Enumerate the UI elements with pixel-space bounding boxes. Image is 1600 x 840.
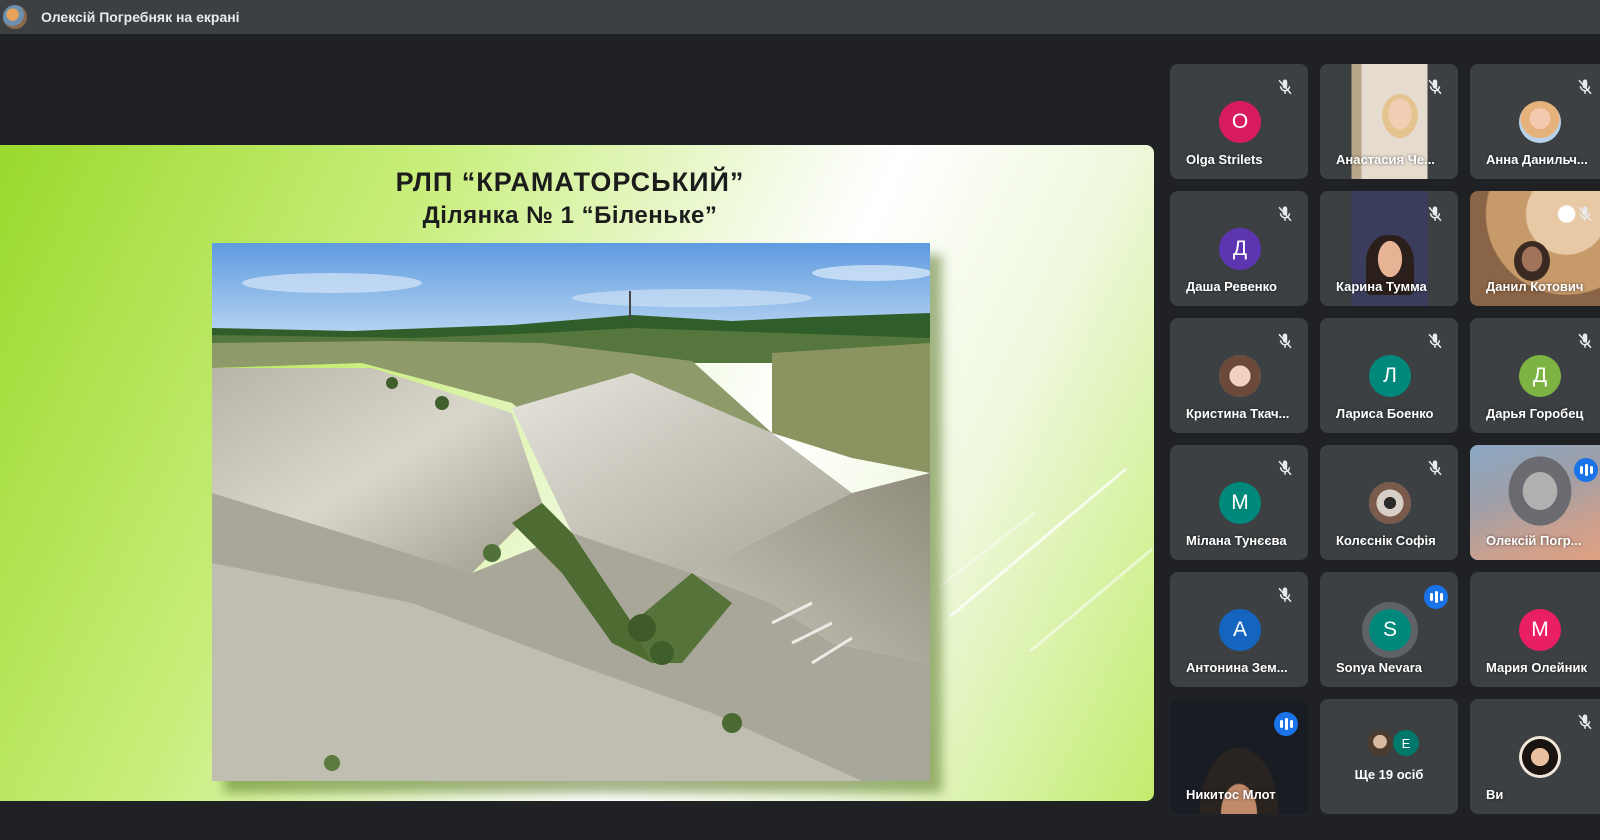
slide-decoration (939, 511, 1036, 588)
participant-tile[interactable]: Анна Данильч... (1470, 64, 1600, 179)
participant-name: Дарья Горобец (1486, 406, 1584, 421)
more-participants-label: Ще 19 осіб (1354, 767, 1424, 782)
slide-decoration (1029, 547, 1154, 653)
participant-avatar: Д (1519, 355, 1561, 397)
participant-tile[interactable]: Олексій Погр... (1470, 445, 1600, 560)
shared-screen-stage: РЛП “КРАМАТОРСЬКИЙ” Ділянка № 1 “Біленьк… (0, 34, 1160, 840)
participant-name: Ви (1486, 787, 1504, 802)
participant-grid: O Olga Strilets Анастасия Че... Анна Дан… (1170, 64, 1600, 840)
participant-name: Карина Тумма (1336, 279, 1427, 294)
mic-off-icon (1278, 460, 1292, 476)
slide-title: РЛП “КРАМАТОРСЬКИЙ” (395, 167, 745, 197)
participant-name: Никитос Млот (1186, 787, 1276, 802)
participant-tile[interactable]: Д Даша Ревенко (1170, 191, 1308, 306)
participant-tile[interactable]: Д Дарья Горобец (1470, 318, 1600, 433)
participant-tile[interactable]: Л Лариса Боенко (1320, 318, 1458, 433)
participant-name: Olga Strilets (1186, 152, 1263, 167)
mic-off-icon (1278, 587, 1292, 603)
participant-tile[interactable]: А Антонина Зем... (1170, 572, 1308, 687)
participant-face (1500, 455, 1580, 535)
participant-tile[interactable]: S Sonya Nevara (1320, 572, 1458, 687)
participant-tile[interactable]: Анастасия Че... (1320, 64, 1458, 179)
mic-off-icon (1578, 206, 1592, 222)
mic-off-icon (1428, 79, 1442, 95)
participant-avatar (1519, 101, 1561, 143)
more-participants-tile[interactable]: Е Ще 19 осіб (1320, 699, 1458, 814)
participant-avatar: S (1369, 609, 1411, 651)
participant-name: Sonya Nevara (1336, 660, 1422, 675)
participant-avatar: Д (1219, 228, 1261, 270)
participant-face (1382, 94, 1418, 138)
participant-avatar (1367, 730, 1393, 756)
speaking-indicator-icon (1574, 458, 1598, 482)
participant-avatar (1519, 736, 1561, 778)
speaking-indicator-icon (1274, 712, 1298, 736)
speaking-indicator-icon (1424, 585, 1448, 609)
slide-decoration (949, 467, 1128, 618)
mic-off-icon (1278, 79, 1292, 95)
participant-name: Олексій Погр... (1486, 533, 1582, 548)
participant-name: Анастасия Че... (1336, 152, 1435, 167)
participant-name: Колєснік Софія (1336, 533, 1436, 548)
mic-off-icon (1428, 460, 1442, 476)
participant-name: Кристина Ткач... (1186, 406, 1290, 421)
participant-tile[interactable]: Данил Котович (1470, 191, 1600, 306)
mic-off-icon (1578, 79, 1592, 95)
presenting-bar: Олексій Погребняк на екрані (0, 0, 1600, 34)
participant-tile[interactable]: М Мілана Тунєєва (1170, 445, 1308, 560)
participant-tile[interactable]: Ви (1470, 699, 1600, 814)
more-participants-avatars: Е (1367, 730, 1419, 756)
participant-avatar: Е (1393, 730, 1419, 756)
participant-avatar (1219, 355, 1261, 397)
participant-name: Мария Олейник (1486, 660, 1587, 675)
participant-tile[interactable]: Кристина Ткач... (1170, 318, 1308, 433)
participant-name: Мілана Тунєєва (1186, 533, 1287, 548)
participant-name: Данил Котович (1486, 279, 1584, 294)
participant-tile[interactable]: М Мария Олейник (1470, 572, 1600, 687)
participant-name: Лариса Боенко (1336, 406, 1434, 421)
mic-off-icon (1578, 333, 1592, 349)
participant-avatar: O (1219, 101, 1261, 143)
participant-avatar: Л (1369, 355, 1411, 397)
presentation-slide: РЛП “КРАМАТОРСЬКИЙ” Ділянка № 1 “Біленьк… (0, 145, 1154, 801)
participant-face (1514, 241, 1550, 281)
participant-name: Анна Данильч... (1486, 152, 1588, 167)
participant-tile[interactable]: Колєснік Софія (1320, 445, 1458, 560)
presenter-avatar (3, 5, 27, 29)
participant-name: Антонина Зем... (1186, 660, 1288, 675)
participant-tile[interactable]: O Olga Strilets (1170, 64, 1308, 179)
participant-tile[interactable]: Карина Тумма (1320, 191, 1458, 306)
participant-avatar (1369, 482, 1411, 524)
landscape-photo (212, 243, 930, 781)
mic-off-icon (1278, 206, 1292, 222)
participant-name: Даша Ревенко (1186, 279, 1277, 294)
participant-avatar: М (1219, 482, 1261, 524)
participant-avatar: М (1519, 609, 1561, 651)
mic-off-icon (1428, 333, 1442, 349)
participant-tile[interactable]: Никитос Млот (1170, 699, 1308, 814)
participant-avatar: А (1219, 609, 1261, 651)
slide-subtitle: Ділянка № 1 “Біленьке” (422, 202, 718, 229)
presenting-label: Олексій Погребняк на екрані (41, 9, 240, 25)
mic-off-icon (1278, 333, 1292, 349)
mic-off-icon (1428, 206, 1442, 222)
mic-off-icon (1578, 714, 1592, 730)
